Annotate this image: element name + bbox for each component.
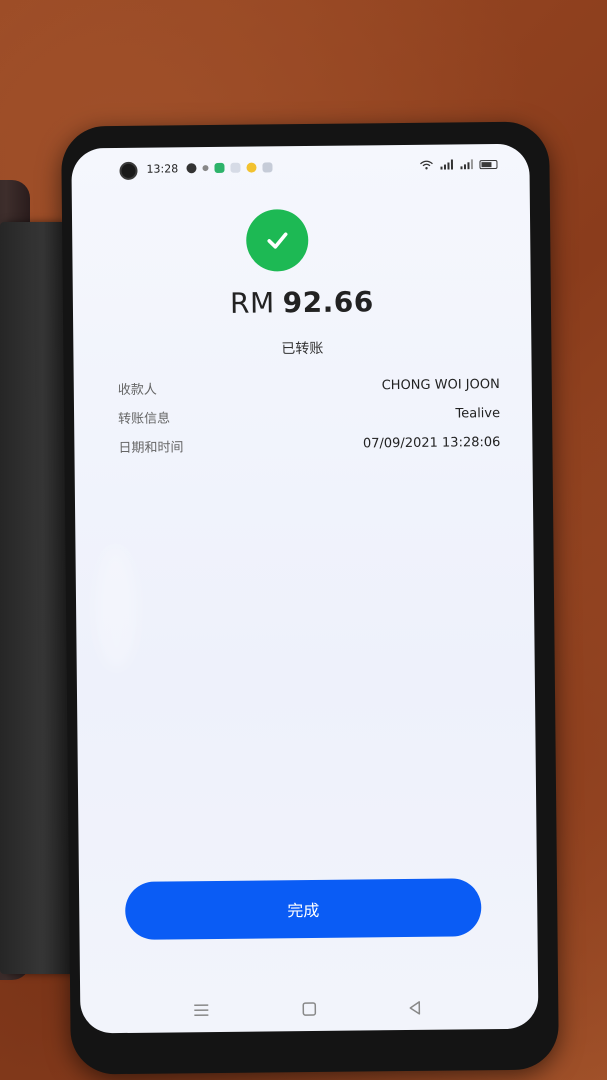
app-yellow-icon — [246, 162, 257, 173]
recipient-label: 收款人 — [117, 382, 157, 399]
signal-icon — [440, 159, 454, 170]
transfer-details: 收款人 CHONG WOI JOON 转账信息 Tealive 日期和时间 07… — [118, 370, 501, 461]
front-camera — [119, 161, 138, 180]
notification-small-icon — [202, 165, 209, 172]
recipient-value: CHONG WOI JOON — [381, 377, 500, 394]
detail-row-datetime: 日期和时间 07/09/2021 13:28:06 — [118, 428, 500, 461]
phone-screen: 13:28 RM 92.66 已转账 收款人 CHONG WOI JOON 转账… — [71, 143, 539, 1034]
app-gray-icon — [230, 162, 241, 173]
menu-icon — [194, 1004, 209, 1016]
message-value: Tealive — [455, 405, 501, 422]
message-label: 转账信息 — [118, 411, 171, 427]
detail-row-message: 转账信息 Tealive — [118, 399, 500, 432]
amount-value: 92.66 — [282, 285, 374, 320]
status-bar: 13:28 — [71, 144, 529, 183]
back-triangle-icon — [409, 1001, 421, 1015]
status-time: 13:28 — [146, 162, 179, 176]
signal-2-icon — [460, 159, 474, 170]
screen-smudge — [95, 547, 137, 669]
phone-frame: 13:28 RM 92.66 已转账 收款人 CHONG WOI JOON 转账… — [61, 121, 559, 1075]
success-check-icon — [245, 209, 309, 272]
transfer-amount: RM 92.66 — [73, 284, 531, 322]
status-right — [419, 159, 498, 170]
nav-back-button[interactable] — [400, 993, 430, 1023]
system-nav-bar — [80, 992, 538, 1027]
detail-row-recipient: 收款人 CHONG WOI JOON — [118, 370, 500, 403]
transfer-status: 已转账 — [281, 340, 324, 358]
done-button[interactable]: 完成 — [124, 878, 482, 940]
app-green-icon — [214, 162, 225, 173]
home-square-icon — [302, 1002, 317, 1016]
nav-home-button[interactable] — [294, 994, 324, 1024]
wifi-icon — [420, 160, 433, 170]
datetime-label: 日期和时间 — [118, 440, 184, 456]
datetime-value: 07/09/2021 13:28:06 — [362, 434, 501, 452]
notification-icons — [186, 162, 273, 174]
battery-icon — [479, 159, 498, 169]
nav-menu-button[interactable] — [186, 995, 216, 1025]
amount-currency: RM — [229, 286, 275, 320]
notification-dot-icon — [186, 163, 197, 174]
app-light-icon — [262, 162, 273, 173]
